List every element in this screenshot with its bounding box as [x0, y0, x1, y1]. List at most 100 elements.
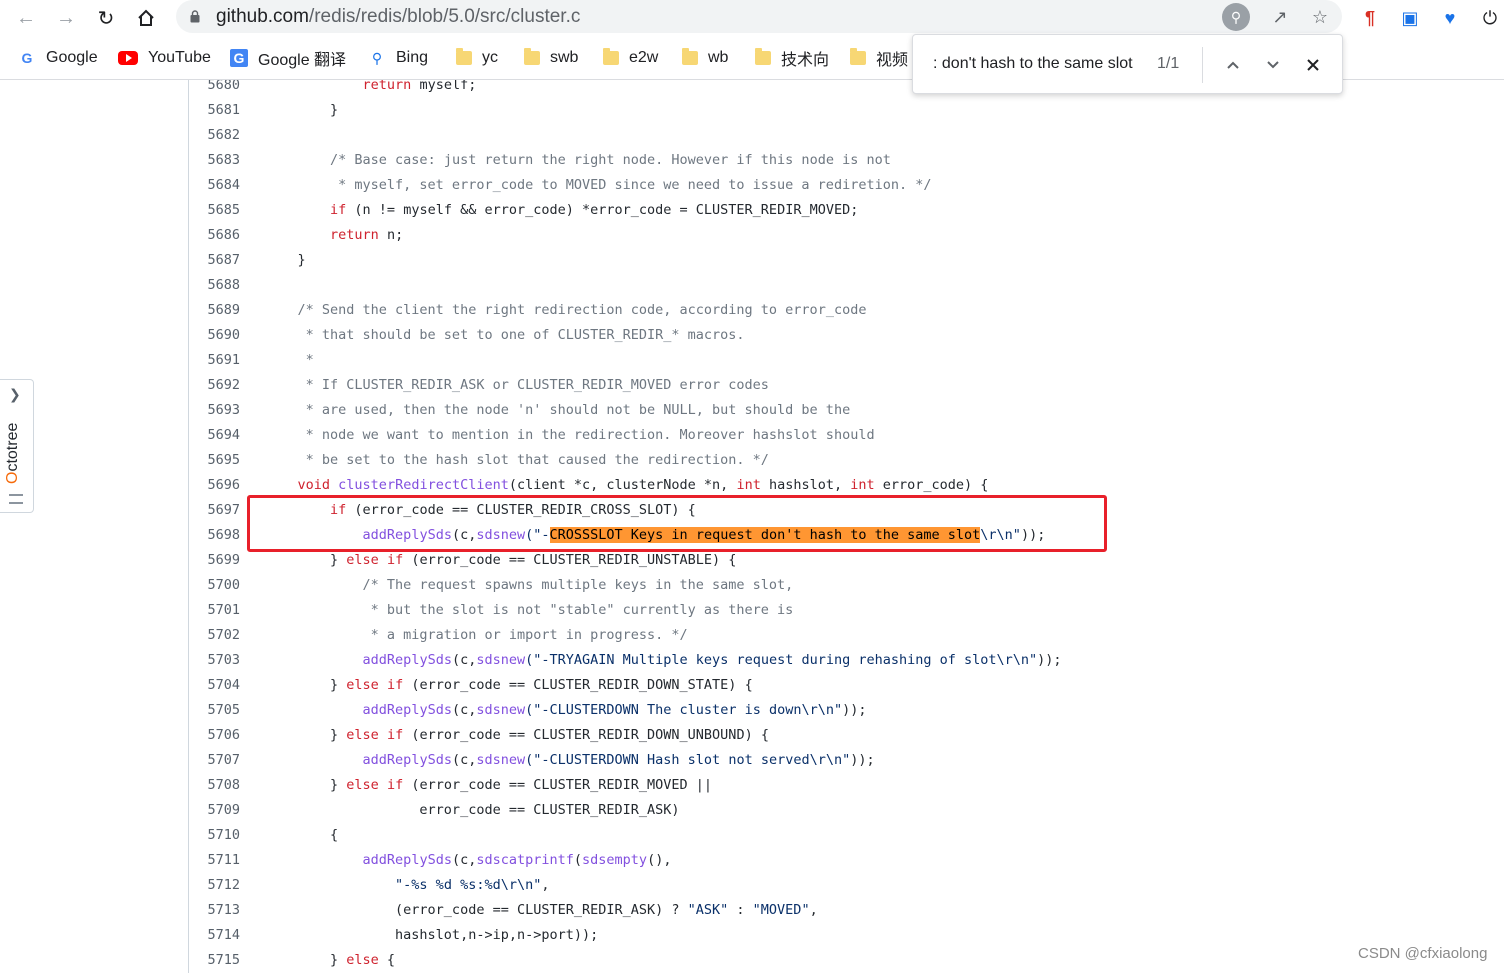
heart-extension-icon[interactable]: ♥ — [1436, 4, 1464, 32]
code-token: addReplySds — [362, 527, 452, 543]
code-token: \r\n" — [980, 527, 1021, 543]
line-number[interactable]: 5700 — [189, 573, 240, 598]
line-number[interactable]: 5701 — [189, 598, 240, 623]
code-token: /* Base case: just return the right node… — [330, 152, 891, 168]
line-number[interactable]: 5696 — [189, 473, 240, 498]
bookmark-star-icon[interactable]: ☆ — [1306, 3, 1334, 31]
bookmark-folder-yc[interactable]: yc — [456, 47, 498, 69]
line-number[interactable]: 5683 — [189, 148, 240, 173]
line-number[interactable]: 5712 — [189, 873, 240, 898]
code-token: )); — [1037, 652, 1062, 668]
code-token: /* The request spawns multiple keys in t… — [362, 577, 794, 593]
code-text: } — [265, 248, 306, 273]
chevron-down-icon[interactable] — [1258, 50, 1288, 80]
chevron-up-icon[interactable] — [1218, 50, 1248, 80]
share-icon[interactable]: ↗ — [1266, 3, 1294, 31]
reload-icon[interactable]: ↻ — [92, 4, 120, 32]
code-token: (error_code == CLUSTER_REDIR_ASK) ? — [265, 902, 688, 918]
code-token: (c, — [451, 852, 477, 868]
home-icon[interactable] — [132, 4, 160, 32]
code-token: addReplySds — [362, 702, 452, 718]
code-token: (), — [647, 852, 672, 868]
octotree-toggle[interactable]: ❯ Octotree — [0, 379, 34, 513]
line-number[interactable]: 5705 — [189, 698, 240, 723]
find-in-page-icon[interactable]: ⚲ — [1222, 3, 1250, 31]
code-token: } — [265, 777, 347, 793]
line-number[interactable]: 5686 — [189, 223, 240, 248]
code-token: error_code == CLUSTER_REDIR_ASK) — [265, 802, 680, 818]
code-token: if — [386, 552, 404, 568]
code-token: error_code) { — [874, 477, 989, 493]
bookmark-folder-tech[interactable]: 技术向 — [755, 47, 829, 69]
browser-toolbar: ← → ↻ github.com/redis/redis/blob/5.0/sr… — [0, 0, 1504, 36]
line-number[interactable]: 5703 — [189, 648, 240, 673]
forward-arrow-icon[interactable]: → — [52, 4, 80, 32]
line-number[interactable]: 5695 — [189, 448, 240, 473]
bookmark-folder-wb[interactable]: wb — [682, 47, 728, 69]
line-number[interactable]: 5707 — [189, 748, 240, 773]
find-input[interactable]: : don't hash to the same slot — [933, 55, 1133, 73]
line-number[interactable]: 5710 — [189, 823, 240, 848]
line-number[interactable]: 5706 — [189, 723, 240, 748]
line-number[interactable]: 5684 — [189, 173, 240, 198]
close-icon[interactable] — [1298, 50, 1328, 80]
back-arrow-icon[interactable]: ← — [12, 4, 40, 32]
pilcrow-extension-icon[interactable]: ¶ — [1356, 4, 1384, 32]
bookmark-youtube[interactable]: YouTube — [118, 47, 211, 69]
line-number[interactable]: 5687 — [189, 248, 240, 273]
line-number[interactable]: 5691 — [189, 348, 240, 373]
code-token: sdsnew — [476, 702, 526, 718]
power-icon[interactable]: ⏻ — [1476, 4, 1504, 32]
line-number[interactable]: 5699 — [189, 548, 240, 573]
line-number[interactable]: 5681 — [189, 98, 240, 123]
code-text: void clusterRedirectClient(client *c, cl… — [265, 473, 989, 498]
bookmark-bing[interactable]: ⚲ Bing — [368, 47, 428, 69]
bookmark-google[interactable]: G Google — [18, 47, 98, 69]
line-number[interactable]: 5692 — [189, 373, 240, 398]
address-bar[interactable]: github.com/redis/redis/blob/5.0/src/clus… — [176, 0, 1342, 33]
line-number[interactable]: 5690 — [189, 323, 240, 348]
bookmark-folder-e2w[interactable]: e2w — [603, 47, 658, 69]
code-token: (c, — [451, 752, 477, 768]
code-token: ( — [573, 852, 583, 868]
code-text: } else if (error_code == CLUSTER_REDIR_U… — [265, 548, 736, 573]
line-number[interactable]: 5694 — [189, 423, 240, 448]
bookmark-google-translate[interactable]: G Google 翻译 — [230, 47, 346, 69]
code-token: addReplySds — [362, 652, 452, 668]
line-number[interactable]: 5711 — [189, 848, 240, 873]
search-icon: ⚲ — [371, 49, 383, 66]
code-token: sdsnew — [476, 652, 526, 668]
code-token: (error_code == CLUSTER_REDIR_UNSTABLE) { — [403, 552, 737, 568]
line-number[interactable]: 5714 — [189, 923, 240, 948]
code-token: (error_code == CLUSTER_REDIR_CROSS_SLOT)… — [346, 502, 696, 518]
line-number[interactable]: 5689 — [189, 298, 240, 323]
line-number[interactable]: 5682 — [189, 123, 240, 148]
line-number[interactable]: 5708 — [189, 773, 240, 798]
line-number[interactable]: 5697 — [189, 498, 240, 523]
line-number[interactable]: 5680 — [189, 80, 240, 98]
line-number[interactable]: 5713 — [189, 898, 240, 923]
code-token: ("-CLUSTERDOWN The cluster is down\r\n" — [525, 702, 843, 718]
code-token: hashslot, — [760, 477, 851, 493]
translate-extension-icon[interactable]: ▣ — [1396, 4, 1424, 32]
bookmark-folder-swb[interactable]: swb — [524, 47, 578, 69]
line-number[interactable]: 5693 — [189, 398, 240, 423]
line-number[interactable]: 5702 — [189, 623, 240, 648]
line-number[interactable]: 5715 — [189, 948, 240, 973]
line-number[interactable]: 5698 — [189, 523, 240, 548]
code-token: else — [346, 677, 379, 693]
line-number[interactable]: 5685 — [189, 198, 240, 223]
code-text: * node we want to mention in the redirec… — [265, 423, 875, 448]
line-number[interactable]: 5688 — [189, 273, 240, 298]
code-token: return — [330, 227, 379, 243]
line-number[interactable]: 5709 — [189, 798, 240, 823]
code-token: int — [850, 477, 875, 493]
code-text: } else if (error_code == CLUSTER_REDIR_M… — [265, 773, 712, 798]
bookmark-folder-video[interactable]: 视频 — [850, 47, 908, 69]
line-number[interactable]: 5704 — [189, 673, 240, 698]
